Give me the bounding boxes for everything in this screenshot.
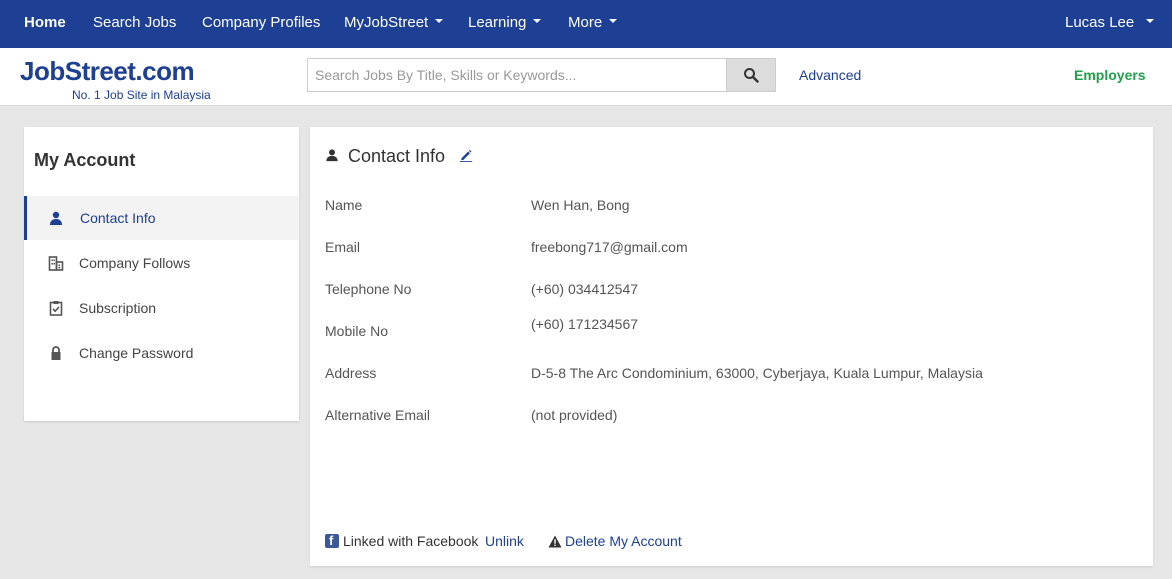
nav-more-dropdown[interactable]: More <box>568 0 618 48</box>
search-input[interactable] <box>307 58 727 92</box>
address-value: D-5-8 The Arc Condominium, 63000, Cyberj… <box>531 365 983 381</box>
nav-learning-label: Learning <box>468 14 527 31</box>
unlink-facebook-link[interactable]: Unlink <box>485 533 524 549</box>
mobile-value: (+60) 171234567 <box>531 316 639 332</box>
user-name: Lucas Lee <box>1065 14 1135 31</box>
sidebar-item-subscription[interactable]: Subscription <box>24 286 299 330</box>
nav-home[interactable]: Home <box>24 0 66 48</box>
telephone-label: Telephone No <box>325 281 412 297</box>
jobstreet-logo[interactable]: JobStreet.com No. 1 Job Site in Malaysia <box>20 56 230 102</box>
caret-down-icon <box>435 19 444 24</box>
caret-down-icon <box>609 19 618 24</box>
name-value: Wen Han, Bong <box>531 197 630 213</box>
address-label: Address <box>325 365 377 381</box>
facebook-icon: f <box>325 533 339 548</box>
caret-down-icon <box>1146 19 1155 24</box>
facebook-linked-text: Linked with Facebook <box>343 533 479 549</box>
edit-pencil-icon[interactable] <box>459 148 473 162</box>
nav-company-profiles-label: Company Profiles <box>202 14 321 31</box>
search-icon <box>744 68 759 83</box>
employers-link[interactable]: Employers <box>1074 67 1146 83</box>
sidebar-item-company-follows[interactable]: Company Follows <box>24 241 299 285</box>
sidebar-item-change-password[interactable]: Change Password <box>24 331 299 375</box>
search-button[interactable] <box>726 58 776 92</box>
sidebar-item-label: Company Follows <box>79 255 191 271</box>
nav-search-jobs[interactable]: Search Jobs <box>93 0 176 48</box>
nav-more-label: More <box>568 14 603 31</box>
nav-myjobstreet-label: MyJobStreet <box>344 14 429 31</box>
name-label: Name <box>325 197 363 213</box>
lock-icon <box>51 346 61 360</box>
building-icon <box>48 256 64 271</box>
nav-home-label: Home <box>24 14 66 31</box>
sidebar-title: My Account <box>34 150 136 170</box>
user-menu-dropdown[interactable]: Lucas Lee <box>1065 0 1155 48</box>
nav-company-profiles[interactable]: Company Profiles <box>202 0 320 48</box>
warning-icon <box>548 535 562 548</box>
top-navigation-bar: Home Search Jobs Company Profiles MyJobS… <box>0 0 1172 48</box>
sidebar-item-label: Contact Info <box>80 210 156 226</box>
nav-search-jobs-label: Search Jobs <box>93 14 177 31</box>
sidebar-item-contact-info[interactable]: Contact Info <box>24 196 299 240</box>
telephone-value: (+60) 034412547 <box>531 281 639 297</box>
header-bar: JobStreet.com No. 1 Job Site in Malaysia… <box>0 48 1172 106</box>
user-icon <box>326 149 338 162</box>
delete-account-link[interactable]: Delete My Account <box>565 533 682 549</box>
caret-down-icon <box>533 19 542 24</box>
alternative-email-value: (not provided) <box>531 407 618 423</box>
contact-info-panel: Contact Info Name Wen Han, Bong Email fr… <box>310 127 1153 566</box>
sidebar-item-label: Change Password <box>79 345 194 361</box>
alternative-email-label: Alternative Email <box>325 407 431 423</box>
mobile-label: Mobile No <box>325 323 389 339</box>
account-sidebar: My Account Contact Info Company Follows … <box>24 127 299 421</box>
advanced-search-link[interactable]: Advanced <box>799 67 861 83</box>
user-icon <box>50 211 62 225</box>
sidebar-item-label: Subscription <box>79 300 157 316</box>
clipboard-check-icon <box>49 301 63 316</box>
nav-learning-dropdown[interactable]: Learning <box>468 0 542 48</box>
email-value: freebong717@gmail.com <box>531 239 688 255</box>
logo-tagline: No. 1 Job Site in Malaysia <box>72 88 211 102</box>
nav-myjobstreet-dropdown[interactable]: MyJobStreet <box>344 0 444 48</box>
email-label: Email <box>325 239 361 255</box>
page-title: Contact Info <box>348 146 446 166</box>
logo-text: JobStreet.com <box>20 56 195 86</box>
